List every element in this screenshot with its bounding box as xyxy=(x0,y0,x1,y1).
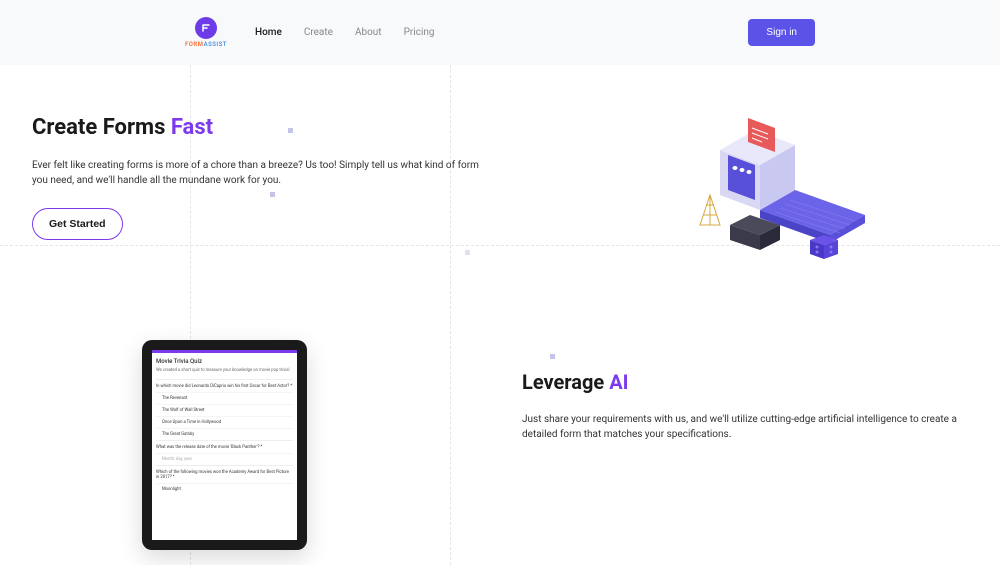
get-started-button[interactable]: Get Started xyxy=(32,208,123,240)
quiz-title: Movie Trivia Quiz xyxy=(156,358,293,365)
signin-button[interactable]: Sign in xyxy=(748,19,815,46)
logo-text: FORMASSIST xyxy=(185,41,227,48)
quiz-subtitle: We created a short quiz to measure your … xyxy=(156,368,293,373)
logo-icon xyxy=(195,17,217,39)
hero-description: Ever felt like creating forms is more of… xyxy=(32,158,492,188)
nav-about[interactable]: About xyxy=(355,27,382,38)
quiz-date-field: Month, day, year xyxy=(156,453,293,465)
decoration-dot xyxy=(465,250,470,255)
section2-text: Leverage AI Just share your requirements… xyxy=(367,340,968,550)
section2-title: Leverage AI xyxy=(522,370,968,394)
logo[interactable]: FORMASSIST xyxy=(185,17,227,48)
quiz-option: The Great Gatsby xyxy=(156,428,293,440)
nav: Home Create About Pricing xyxy=(255,27,435,38)
nav-create[interactable]: Create xyxy=(304,27,333,38)
hero-illustration xyxy=(680,100,880,270)
tablet-screen: Movie Trivia Quiz We created a short qui… xyxy=(152,350,297,540)
tablet-mockup: Movie Trivia Quiz We created a short qui… xyxy=(142,340,307,550)
quiz-option: The Revenant xyxy=(156,392,293,404)
quiz-option: The Wolf of Wall Street xyxy=(156,404,293,416)
quiz-question: Which of the following movies won the Ac… xyxy=(156,465,293,483)
section2-description: Just share your requirements with us, an… xyxy=(522,412,968,442)
section-leverage-ai: Movie Trivia Quiz We created a short qui… xyxy=(0,340,1000,550)
nav-home[interactable]: Home xyxy=(255,27,282,38)
quiz-option: Moonlight xyxy=(156,483,293,495)
header-left: FORMASSIST Home Create About Pricing xyxy=(185,17,435,48)
quiz-question: What was the release date of the movie '… xyxy=(156,440,293,453)
header: FORMASSIST Home Create About Pricing Sig… xyxy=(0,0,1000,65)
quiz-question: In which movie did Leonardo DiCaprio win… xyxy=(156,379,293,392)
nav-pricing[interactable]: Pricing xyxy=(404,27,435,38)
quiz-option: Once Upon a Time in Hollywood xyxy=(156,416,293,428)
